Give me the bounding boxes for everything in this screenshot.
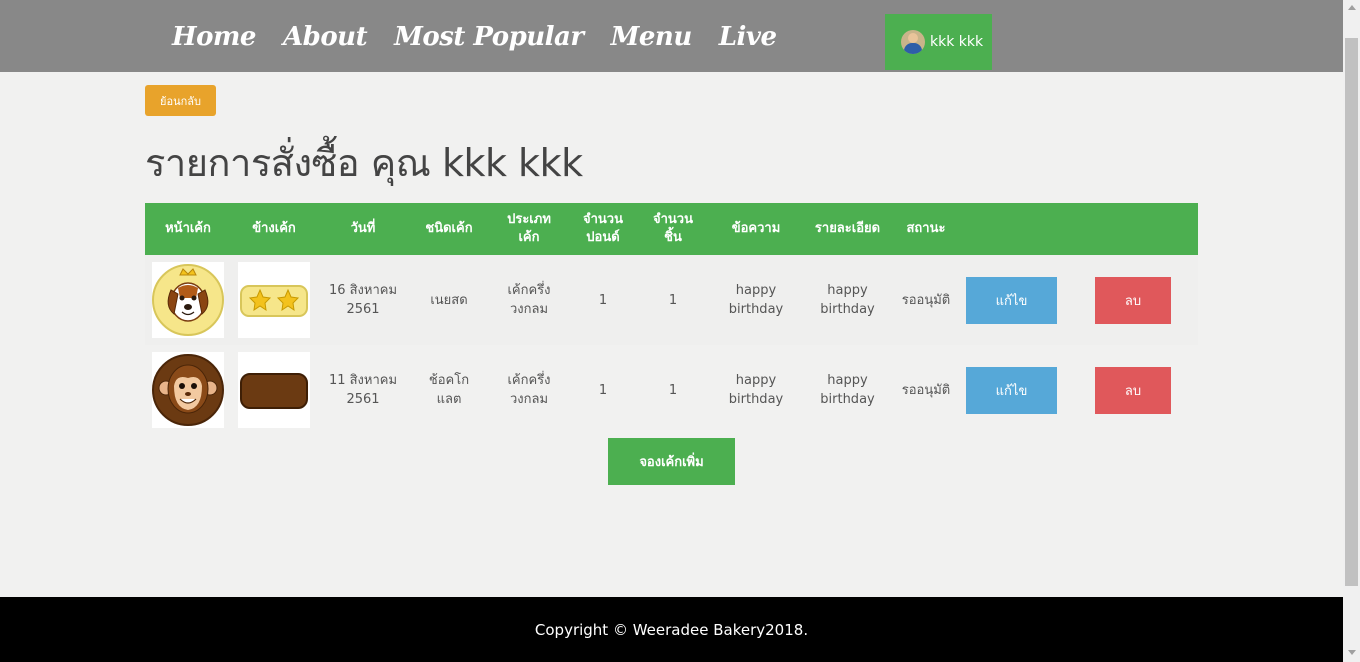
edit-button[interactable]: แก้ไข: [966, 366, 1057, 414]
message-text: happy birthday: [728, 373, 784, 407]
table-header: หน้าเค้ก ข้างเค้ก วันที่ ชนิดเค้ก ประเภท…: [145, 203, 1198, 255]
top-navbar: Home About Most Popular Menu Live kkk kk…: [0, 0, 1343, 72]
cake-category: เค้กครึ่ง วงกลม: [507, 373, 551, 407]
pieces-value: 1: [668, 292, 678, 308]
cake-type: ช้อคโก แลต: [428, 373, 470, 407]
page-title: รายการสั่งซื้อ คุณ kkk kkk: [145, 141, 583, 185]
user-avatar-icon: [901, 30, 925, 54]
pounds-value: 1: [598, 382, 608, 398]
dog-face-crown-icon: [152, 262, 224, 338]
table-row: 16 สิงหาคม 2561 เนยสด เค้กครึ่ง วงกลม 1 …: [145, 255, 1198, 345]
header-status: สถานะ: [906, 221, 946, 236]
chocolate-bar-icon: [238, 352, 310, 428]
header-category: ประเภท เค้ก: [507, 212, 551, 245]
order-date: 11 สิงหาคม 2561: [328, 373, 398, 407]
scrollbar-thumb[interactable]: [1345, 38, 1358, 586]
back-button[interactable]: ย้อนกลับ: [145, 85, 216, 116]
add-order-button[interactable]: จองเค้กเพิ่ม: [608, 438, 735, 485]
user-name: kkk kkk: [930, 34, 984, 50]
header-cake-type: ชนิดเค้ก: [425, 221, 473, 236]
nav-menu-link[interactable]: Menu: [611, 22, 693, 52]
nav-home-link[interactable]: Home: [172, 22, 256, 52]
header-message: ข้อความ: [731, 221, 781, 236]
cake-type: เนยสด: [430, 292, 468, 308]
footer: Copyright © Weeradee Bakery2018.: [0, 597, 1343, 662]
nav-live-link[interactable]: Live: [719, 22, 777, 52]
nav-most-popular-link[interactable]: Most Popular: [394, 22, 584, 52]
copyright-text: Copyright © Weeradee Bakery2018.: [534, 621, 809, 639]
scroll-down-icon[interactable]: [1348, 650, 1356, 655]
header-cake-side: ข้างเค้ก: [252, 221, 296, 236]
pieces-value: 1: [668, 382, 678, 398]
page-scrollbar[interactable]: [1343, 0, 1360, 662]
delete-button[interactable]: ลบ: [1095, 366, 1171, 414]
nav-links: Home About Most Popular Menu Live: [172, 22, 804, 52]
user-account-button[interactable]: kkk kkk: [885, 14, 992, 70]
monkey-face-icon: [152, 352, 224, 428]
nav-about-link[interactable]: About: [283, 22, 368, 52]
pounds-value: 1: [598, 292, 608, 308]
edit-button[interactable]: แก้ไข: [966, 276, 1057, 324]
details-text: happy birthday: [820, 283, 875, 317]
header-pounds: จำนวน ปอนด์: [583, 212, 623, 245]
cake-category: เค้กครึ่ง วงกลม: [507, 283, 551, 317]
header-date: วันที่: [350, 221, 376, 236]
delete-button[interactable]: ลบ: [1095, 276, 1171, 324]
details-text: happy birthday: [820, 373, 875, 407]
header-cake-face: หน้าเค้ก: [165, 221, 211, 236]
message-text: happy birthday: [728, 283, 784, 317]
scroll-up-icon[interactable]: [1348, 5, 1356, 10]
table-row: 11 สิงหาคม 2561 ช้อคโก แลต เค้กครึ่ง วงก…: [145, 345, 1198, 435]
status-text: รออนุมัติ: [901, 382, 951, 398]
header-pieces: จำนวน ชิ้น: [653, 212, 693, 245]
yellow-stars-icon: [238, 262, 310, 338]
header-details: รายละเอียด: [814, 221, 881, 236]
order-table: หน้าเค้ก ข้างเค้ก วันที่ ชนิดเค้ก ประเภท…: [145, 203, 1198, 435]
status-text: รออนุมัติ: [901, 292, 951, 308]
order-date: 16 สิงหาคม 2561: [328, 283, 398, 317]
